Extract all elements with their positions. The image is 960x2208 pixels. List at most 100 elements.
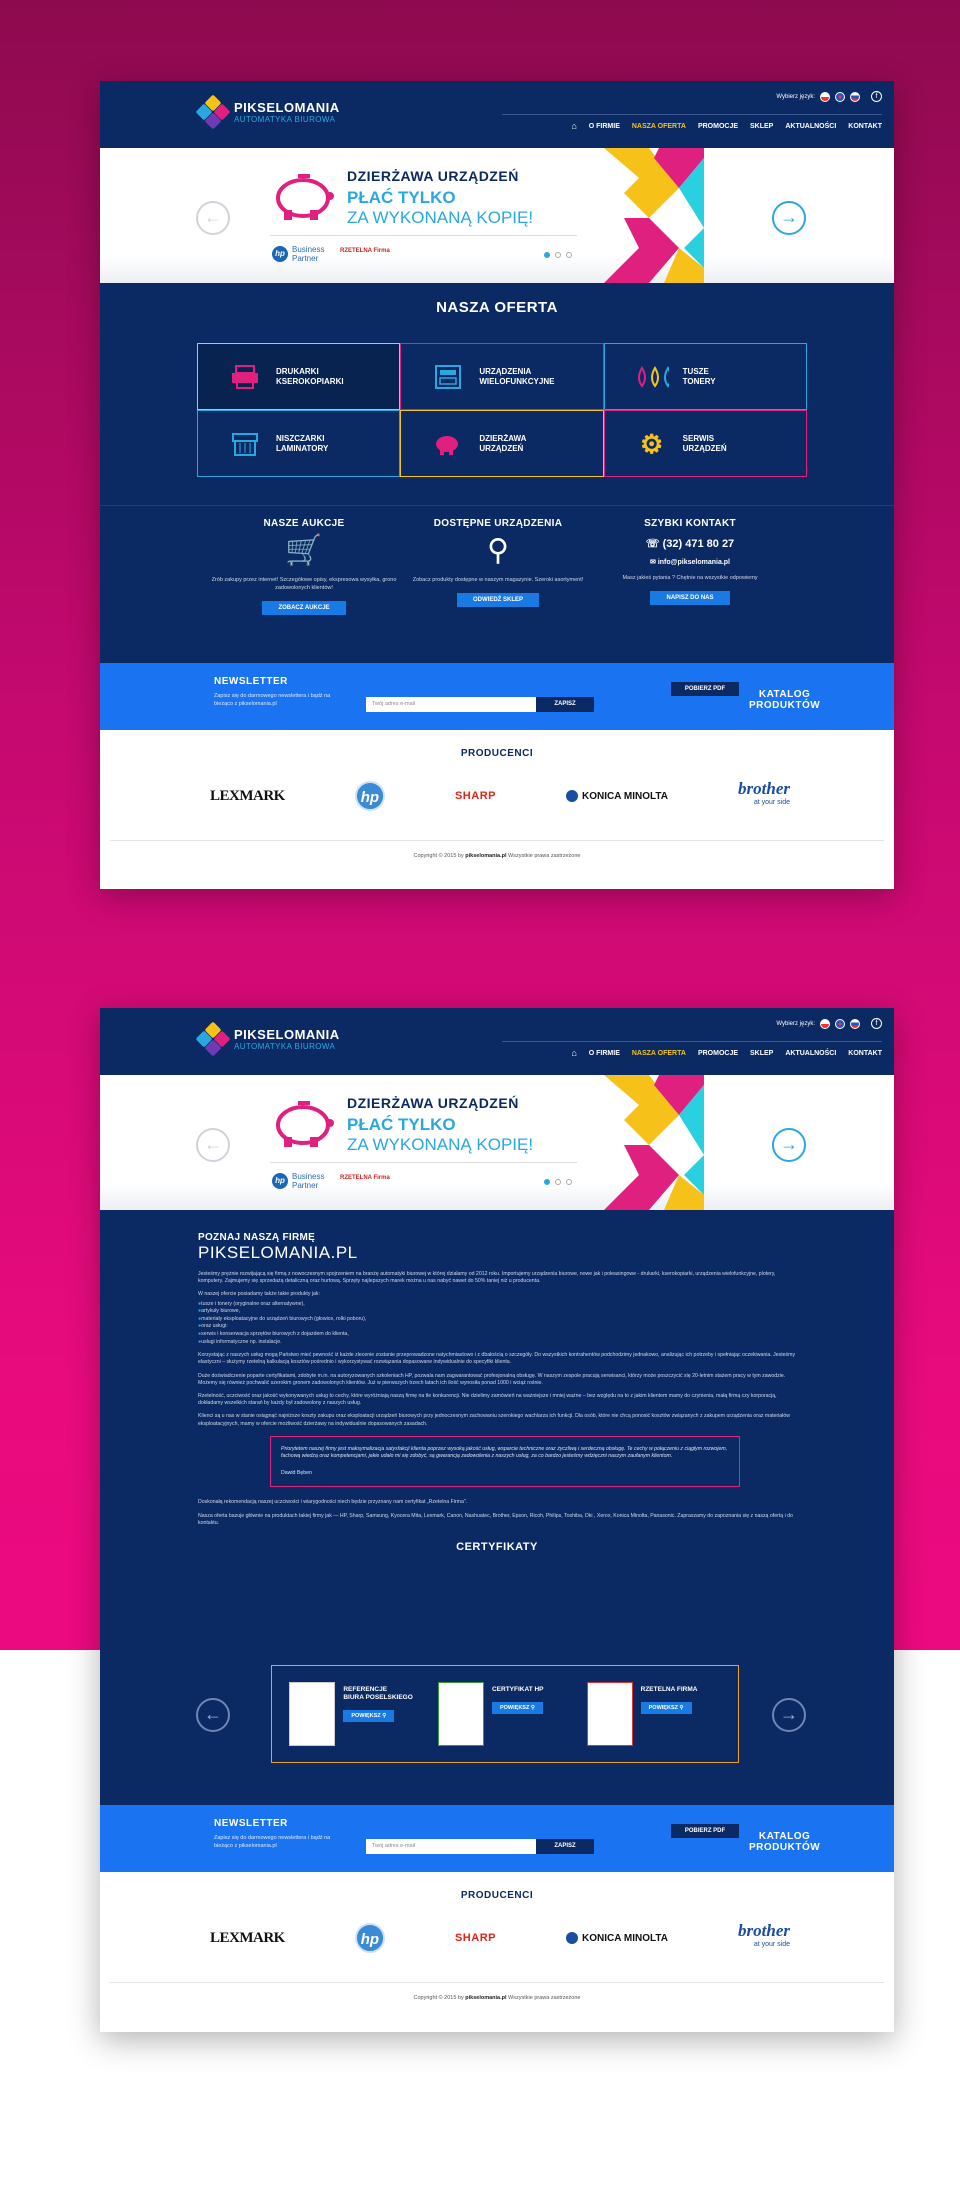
zoom-button[interactable]: POWIĘKSZ ⚲ — [491, 1702, 543, 1714]
email-address[interactable]: info@pikselomania.pl — [658, 559, 730, 566]
offer-label-5b: URZĄDZEŃ — [479, 443, 524, 453]
certs-prev-button[interactable]: ← — [196, 1698, 230, 1732]
download-pdf-button[interactable]: POBIERZ PDF — [670, 1824, 740, 1838]
flag-ru-icon[interactable] — [850, 91, 860, 102]
facebook-icon[interactable]: f — [871, 91, 882, 102]
slider-next-button[interactable]: → — [772, 1128, 806, 1162]
auctions-button[interactable]: ZOBACZ AUKCJE — [262, 601, 346, 615]
site-header: PIKSELOMANIA AUTOMATYKA BIUROWA Wybierz … — [100, 81, 894, 148]
slider-dot[interactable] — [555, 252, 561, 258]
nav-sklep[interactable]: SKLEP — [750, 1050, 773, 1057]
nav-aktualnosci[interactable]: AKTUALNOŚCI — [785, 123, 836, 130]
brother-logo[interactable]: brother at your side — [738, 779, 790, 810]
newsletter-submit-button[interactable]: ZAPISZ — [536, 1839, 594, 1854]
offer-label-3a: TUSZE — [682, 366, 709, 376]
footer-site-link[interactable]: pikselomania.pl — [465, 853, 506, 859]
logo[interactable]: PIKSELOMANIA AUTOMATYKA BIUROWA — [195, 1021, 340, 1057]
certs-next-button[interactable]: → — [772, 1698, 806, 1732]
nav-promocje[interactable]: PROMOCJE — [698, 1050, 738, 1057]
nav-o-firmie[interactable]: O FIRMIE — [589, 123, 620, 130]
slider-dot[interactable] — [566, 252, 572, 258]
printer-icon — [228, 364, 262, 390]
slider-dot[interactable] — [544, 1179, 550, 1185]
lexmark-logo[interactable]: LEXMARK — [210, 1930, 285, 1947]
sharp-logo[interactable]: SHARP — [455, 1932, 496, 1944]
zoom-button[interactable]: POWIĘKSZ ⚲ — [640, 1702, 692, 1714]
certificate-title: RZETELNA FIRMA — [640, 1686, 698, 1693]
newsletter-text-2: bieżąco z pikselomania.pl — [214, 701, 277, 707]
list-item: tusze i tonery (oryginalne oraz alternat… — [198, 1301, 894, 1309]
konica-minolta-logo[interactable]: KONICA MINOLTA — [566, 790, 668, 802]
brother-tagline: at your side — [753, 799, 790, 806]
brother-label: brother — [738, 779, 790, 798]
flag-en-icon[interactable] — [835, 1018, 845, 1029]
slider-dot[interactable] — [566, 1179, 572, 1185]
offer-tile-tusze[interactable]: TUSZE TONERY — [603, 343, 807, 410]
phone-number[interactable]: (32) 471 80 27 — [663, 538, 735, 550]
offer-tile-urzadzenia[interactable]: URZĄDZENIA WIELOFUNKCYJNE — [400, 343, 604, 410]
home-icon[interactable]: ⌂ — [571, 121, 576, 131]
nav-o-firmie[interactable]: O FIRMIE — [589, 1050, 620, 1057]
konica-label: KONICA MINOLTA — [582, 1932, 668, 1944]
catalog-block: KATALOG PRODUKTÓW POBIERZ PDF — [635, 676, 820, 711]
nav-kontakt[interactable]: KONTAKT — [848, 1050, 882, 1057]
about-section: POZNAJ NASZĄ FIRMĘ PIKSELOMANIA.PL Jeste… — [100, 1210, 894, 1805]
nav-sklep[interactable]: SKLEP — [750, 123, 773, 130]
offer-label-6b: URZĄDZEŃ — [682, 443, 727, 453]
newsletter-bar: NEWSLETTER Zapisz się do darmowego newsl… — [100, 663, 894, 730]
offer-tile-dzierzawa[interactable]: DZIERŻAWA URZĄDZEŃ — [400, 410, 604, 477]
certificate-thumbnail[interactable] — [586, 1682, 633, 1746]
offer-tile-serwis[interactable]: ⚙ SERWIS URZĄDZEŃ — [603, 410, 807, 477]
devices-text: Zobacz produkty dostępne w naszym magazy… — [412, 577, 584, 583]
facebook-icon[interactable]: f — [871, 1018, 882, 1029]
newsletter-email-input[interactable]: Twój adres e-mail — [366, 697, 536, 712]
partner-line-2: Partner — [292, 1181, 319, 1190]
flag-ru-icon[interactable] — [850, 1018, 860, 1029]
newsletter-submit-button[interactable]: ZAPISZ — [536, 697, 594, 712]
zoom-button[interactable]: POWIĘKSZ ⚲ — [343, 1710, 395, 1722]
certificate-thumbnail[interactable] — [437, 1682, 484, 1746]
flag-en-icon[interactable] — [835, 91, 845, 102]
certificate-thumbnail[interactable] — [289, 1682, 336, 1746]
language-bar: Wybierz język: f — [776, 91, 882, 102]
offer-label-4a: NISZCZARKI — [276, 433, 325, 443]
brother-logo[interactable]: brother at your side — [738, 1922, 790, 1952]
certificate-title: REFERENCJE BIURA POSELSKIEGO — [343, 1686, 423, 1702]
zoom-label: POWIĘKSZ — [351, 1713, 381, 1719]
slider-dot[interactable] — [544, 252, 550, 258]
nav-aktualnosci[interactable]: AKTUALNOŚCI — [785, 1050, 836, 1057]
footer-site-link[interactable]: pikselomania.pl — [465, 1995, 506, 2001]
hp-logo[interactable]: hp — [354, 781, 385, 811]
flag-pl-icon[interactable] — [820, 91, 830, 102]
logo[interactable]: PIKSELOMANIA AUTOMATYKA BIUROWA — [195, 94, 340, 130]
shop-button[interactable]: ODWIEDŹ SKLEP — [456, 593, 539, 607]
slider-dots — [544, 1179, 572, 1185]
slider-next-button[interactable]: → — [772, 201, 806, 235]
home-icon[interactable]: ⌂ — [571, 1048, 576, 1058]
download-pdf-button[interactable]: POBIERZ PDF — [670, 682, 740, 696]
newsletter-email-input[interactable]: Twój adres e-mail — [366, 1839, 536, 1854]
lexmark-logo[interactable]: LEXMARK — [210, 788, 285, 805]
nav-promocje[interactable]: PROMOCJE — [698, 123, 738, 130]
about-paragraph: Nasza oferta bazuje głównie na produktac… — [198, 1512, 793, 1526]
slider-prev-button[interactable]: ← — [196, 201, 230, 235]
offer-label-4b: LAMINATORY — [276, 443, 329, 453]
offer-tile-niszczarki[interactable]: NISZCZARKI LAMINATORY — [197, 410, 401, 477]
write-to-us-button[interactable]: NAPISZ DO NAS — [650, 591, 730, 605]
konica-globe-icon — [566, 1932, 579, 1944]
konica-minolta-logo[interactable]: KONICA MINOLTA — [566, 1932, 668, 1944]
slider-dot[interactable] — [555, 1179, 561, 1185]
nav-nasza-oferta[interactable]: NASZA OFERTA — [632, 1050, 686, 1057]
slider-prev-button[interactable]: ← — [196, 1128, 230, 1162]
magnifier-icon: ⚲ — [679, 1705, 684, 1711]
flag-pl-icon[interactable] — [820, 1018, 830, 1029]
nav-nasza-oferta[interactable]: NASZA OFERTA — [632, 123, 686, 130]
hp-logo[interactable]: hp — [354, 1923, 385, 1953]
shredder-icon — [228, 431, 262, 457]
hp-partner-badge: hp Business Partner — [272, 1172, 324, 1190]
magnifier-icon: ⚲ — [382, 1713, 387, 1719]
sharp-logo[interactable]: SHARP — [455, 790, 496, 802]
logo-mark-icon — [195, 1021, 231, 1057]
nav-kontakt[interactable]: KONTAKT — [848, 123, 882, 130]
offer-tile-drukarki[interactable]: DRUKARKI KSEROKOPIARKI — [197, 343, 401, 410]
